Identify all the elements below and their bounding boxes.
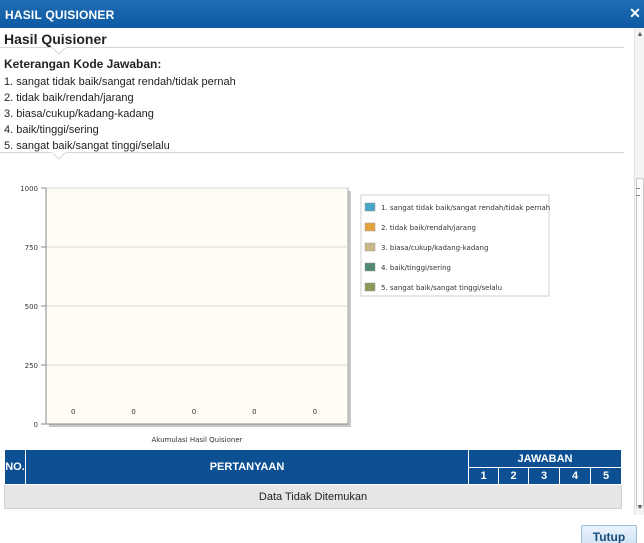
column-header-question: PERTANYAAN [25, 449, 469, 485]
scroll-up-arrow-icon[interactable]: ▲ [636, 30, 644, 39]
result-chart: 1000 750 500 250 0 0 0 0 0 0 Akumulasi Hasil Quisi… [0, 180, 560, 453]
legend-label: 4. baik/tinggi/sering [381, 264, 451, 272]
answer-code-item: 2. tidak baik/rendah/jarang [4, 92, 134, 104]
answer-code-list: 1. sangat tidak baik/sangat rendah/tidak… [4, 74, 236, 154]
divider-notch-icon [52, 47, 66, 55]
legend-swatch [364, 202, 376, 212]
legend-label: 2. tidak baik/rendah/jarang [381, 224, 476, 232]
scrollbar-thumb[interactable] [636, 178, 644, 508]
bar-value-label: 0 [313, 408, 317, 416]
bar-value-label: 0 [252, 408, 256, 416]
legend-swatch [364, 282, 376, 292]
legend-label: 1. sangat tidak baik/sangat rendah/tidak… [381, 204, 550, 212]
divider-notch-icon [52, 152, 66, 160]
column-header-answer: JAWABAN [468, 449, 622, 468]
y-tick-label: 0 [34, 421, 38, 429]
scroll-down-arrow-icon[interactable]: ▼ [636, 503, 644, 512]
result-chart-svg: 1000 750 500 250 0 0 0 0 0 0 Akumulasi Hasil Quisi… [20, 185, 550, 444]
heading-divider [0, 47, 624, 48]
question-table: NO. PERTANYAAN JAWABAN 1 2 3 4 5 Data Ti… [4, 449, 622, 509]
page-title: Hasil Quisioner [4, 31, 107, 47]
answer-code-title: Keterangan Kode Jawaban: [4, 57, 162, 71]
legend-swatch [364, 262, 376, 272]
answer-code-item: 3. biasa/cukup/kadang-kadang [4, 108, 154, 120]
column-header-answer-2: 2 [498, 467, 529, 485]
table-row: Data Tidak Ditemukan [4, 484, 622, 509]
bar-value-label: 0 [192, 408, 196, 416]
y-tick-label: 750 [25, 244, 38, 252]
bar-value-label: 0 [131, 408, 135, 416]
legend-label: 3. biasa/cukup/kadang-kadang [381, 244, 488, 252]
legend-swatch [364, 222, 376, 232]
x-axis-label: Akumulasi Hasil Quisioner [151, 436, 242, 444]
dialog-titlebar: HASIL QUISIONER ✕ [0, 0, 644, 28]
column-header-answer-4: 4 [559, 467, 591, 485]
close-icon[interactable]: ✕ [628, 6, 642, 20]
vertical-scrollbar[interactable]: ▲ ▼ [634, 28, 644, 515]
column-header-answer-1: 1 [468, 467, 499, 485]
dialog-title: HASIL QUISIONER [5, 8, 115, 22]
close-button[interactable]: Tutup [581, 525, 637, 543]
legend-label: 5. sangat baik/sangat tinggi/selalu [381, 284, 502, 292]
legend-divider [0, 152, 624, 153]
y-tick-label: 1000 [20, 185, 38, 193]
column-header-no: NO. [4, 449, 26, 485]
y-tick-label: 250 [25, 362, 38, 370]
empty-table-message: Data Tidak Ditemukan [4, 484, 622, 509]
answer-code-item: 4. baik/tinggi/sering [4, 124, 99, 136]
scrollbar-grip-icon [636, 188, 640, 196]
column-header-answer-5: 5 [590, 467, 622, 485]
answer-code-item: 1. sangat tidak baik/sangat rendah/tidak… [4, 76, 236, 88]
bar-value-label: 0 [71, 408, 75, 416]
y-tick-label: 500 [25, 303, 38, 311]
column-header-answer-3: 3 [528, 467, 560, 485]
legend-swatch [364, 242, 376, 252]
